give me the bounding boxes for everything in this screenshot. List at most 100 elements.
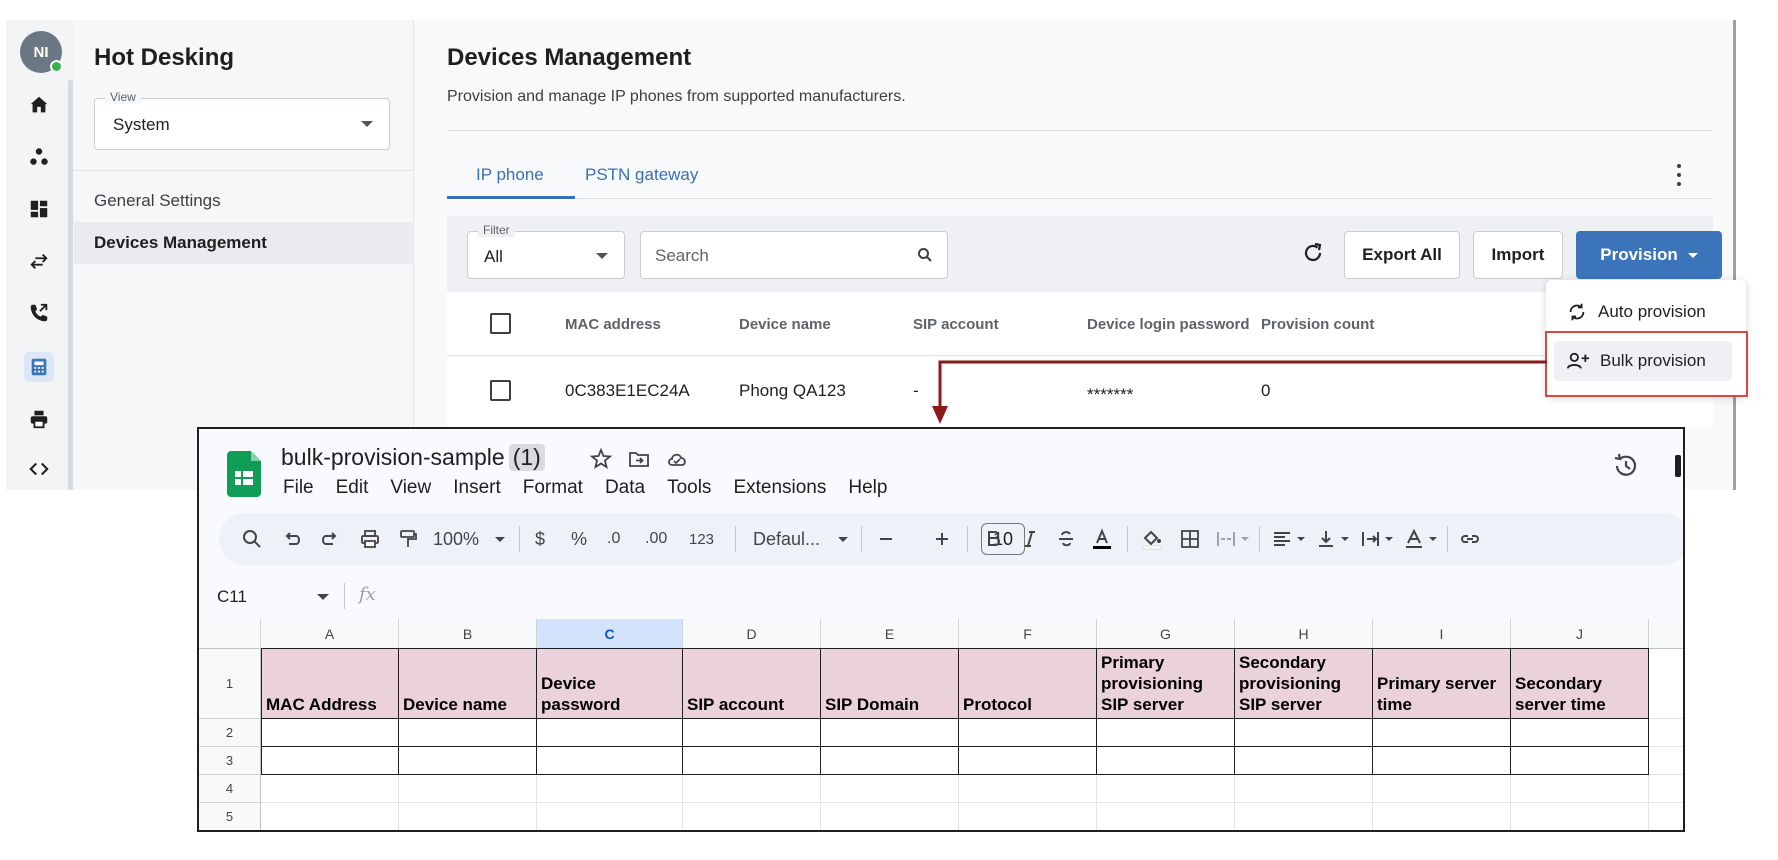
grid-cell[interactable] — [821, 747, 959, 775]
borders-icon[interactable] — [1179, 526, 1201, 552]
text-wrapping-icon[interactable] — [1359, 526, 1393, 552]
grid-cell[interactable] — [1649, 649, 1683, 719]
grid-cell[interactable] — [959, 747, 1097, 775]
more-options-icon[interactable] — [1669, 162, 1689, 188]
refresh-icon[interactable] — [1301, 241, 1325, 265]
text-color-icon[interactable] — [1091, 526, 1113, 552]
header-cell[interactable]: Protocol — [959, 649, 1097, 719]
undo-icon[interactable] — [281, 526, 303, 552]
grid-cell[interactable] — [959, 719, 1097, 747]
percent-format-button[interactable]: % — [571, 526, 587, 552]
menu-format[interactable]: Format — [523, 477, 583, 499]
grid-cell[interactable] — [399, 775, 537, 803]
provision-button[interactable]: Provision — [1576, 231, 1722, 279]
filter-select[interactable]: Filter All — [467, 223, 625, 279]
redo-icon[interactable] — [319, 526, 341, 552]
tab-pstn-gateway[interactable]: PSTN gateway — [585, 165, 698, 185]
grid-cell[interactable] — [1097, 775, 1235, 803]
row-header-1[interactable]: 1 — [199, 649, 261, 719]
header-cell[interactable]: SIP Domain — [821, 649, 959, 719]
decrease-font-size-icon[interactable] — [875, 526, 897, 552]
grid-cell[interactable] — [1097, 747, 1235, 775]
header-cell[interactable]: Device password — [537, 649, 683, 719]
export-all-button[interactable]: Export All — [1344, 231, 1460, 279]
grid-cell[interactable] — [537, 775, 683, 803]
dashboard-icon[interactable] — [24, 194, 54, 224]
menu-edit[interactable]: Edit — [336, 477, 369, 499]
grid-cell[interactable] — [683, 719, 821, 747]
move-folder-icon[interactable] — [627, 447, 651, 471]
menu-tools[interactable]: Tools — [667, 477, 711, 499]
grid-cell[interactable] — [1235, 719, 1373, 747]
text-rotation-icon[interactable] — [1403, 526, 1437, 552]
grid-cell[interactable] — [1649, 747, 1683, 775]
decrease-decimal-button[interactable]: .0 — [607, 526, 620, 552]
grid-cell[interactable] — [1649, 775, 1683, 803]
grid-cell[interactable] — [683, 775, 821, 803]
import-button[interactable]: Import — [1473, 231, 1563, 279]
grid-cell[interactable] — [1649, 719, 1683, 747]
menu-file[interactable]: File — [283, 477, 314, 499]
column-header[interactable]: Device name — [739, 316, 831, 333]
sheet-grid[interactable]: A B C D E F G H I J 1 2 3 4 5 MAC Address Device name Dev… — [199, 619, 1683, 830]
phone-device-icon[interactable] — [24, 352, 54, 382]
zoom-select[interactable]: 100% — [433, 526, 506, 552]
select-all-corner[interactable] — [199, 619, 261, 649]
star-icon[interactable] — [589, 447, 613, 471]
grid-cell[interactable] — [1373, 747, 1511, 775]
grid-cell[interactable] — [959, 803, 1097, 830]
table-row[interactable]: 0C383E1EC24A Phong QA123 - ******* 0 — [447, 357, 1713, 427]
grid-cell[interactable] — [683, 747, 821, 775]
fill-color-icon[interactable] — [1141, 526, 1163, 552]
bold-icon[interactable] — [983, 526, 1005, 552]
document-title[interactable]: bulk-provision-sample (1) — [281, 444, 545, 471]
header-cell[interactable]: Primary server time — [1373, 649, 1511, 719]
column-header-h[interactable]: H — [1235, 619, 1373, 649]
column-header[interactable]: SIP account — [913, 316, 999, 333]
grid-cell[interactable] — [537, 747, 683, 775]
grid-cell[interactable] — [1649, 803, 1683, 830]
grid-cell[interactable] — [1511, 747, 1649, 775]
sidebar-item-general-settings[interactable]: General Settings — [74, 180, 414, 222]
column-header[interactable]: Provision count — [1261, 316, 1374, 333]
grid-cell[interactable] — [1235, 747, 1373, 775]
call-forward-icon[interactable] — [24, 298, 54, 328]
header-cell[interactable]: Secondary provisioning SIP server — [1235, 649, 1373, 719]
menu-view[interactable]: View — [390, 477, 431, 499]
grid-cell[interactable] — [1373, 775, 1511, 803]
increase-decimal-button[interactable]: .00 — [645, 526, 667, 552]
column-header-d[interactable]: D — [683, 619, 821, 649]
grid-cell[interactable] — [261, 719, 399, 747]
menu-help[interactable]: Help — [848, 477, 887, 499]
sidebar-scrollbar[interactable] — [68, 80, 73, 490]
cluster-icon[interactable] — [24, 142, 54, 172]
header-cell[interactable]: MAC Address — [261, 649, 399, 719]
grid-cell[interactable] — [821, 775, 959, 803]
row-checkbox[interactable] — [490, 380, 511, 401]
view-select[interactable]: View System — [94, 90, 390, 150]
header-cell[interactable]: Device name — [399, 649, 537, 719]
column-header-i[interactable]: I — [1373, 619, 1511, 649]
grid-cell[interactable] — [537, 719, 683, 747]
grid-cell[interactable] — [821, 719, 959, 747]
name-box[interactable]: C11 — [217, 587, 247, 607]
grid-cell[interactable] — [683, 803, 821, 830]
select-all-checkbox[interactable] — [490, 313, 511, 334]
header-cell[interactable]: Primary provisioning SIP server — [1097, 649, 1235, 719]
font-select[interactable]: Defaul... — [753, 526, 849, 552]
italic-icon[interactable] — [1019, 526, 1041, 552]
grid-cell[interactable] — [1373, 803, 1511, 830]
column-header[interactable]: Device login password — [1087, 316, 1250, 333]
menu-extensions[interactable]: Extensions — [733, 477, 826, 499]
grid-cell[interactable] — [399, 803, 537, 830]
header-cell[interactable]: Secondary server time — [1511, 649, 1649, 719]
column-header-e[interactable]: E — [821, 619, 959, 649]
search-input[interactable] — [655, 242, 905, 270]
column-header[interactable]: MAC address — [565, 316, 661, 333]
search-field[interactable] — [640, 231, 948, 279]
row-header-3[interactable]: 3 — [199, 747, 261, 775]
row-header-2[interactable]: 2 — [199, 719, 261, 747]
code-icon[interactable] — [24, 454, 54, 484]
grid-cell[interactable] — [959, 775, 1097, 803]
grid-cell[interactable] — [1097, 803, 1235, 830]
